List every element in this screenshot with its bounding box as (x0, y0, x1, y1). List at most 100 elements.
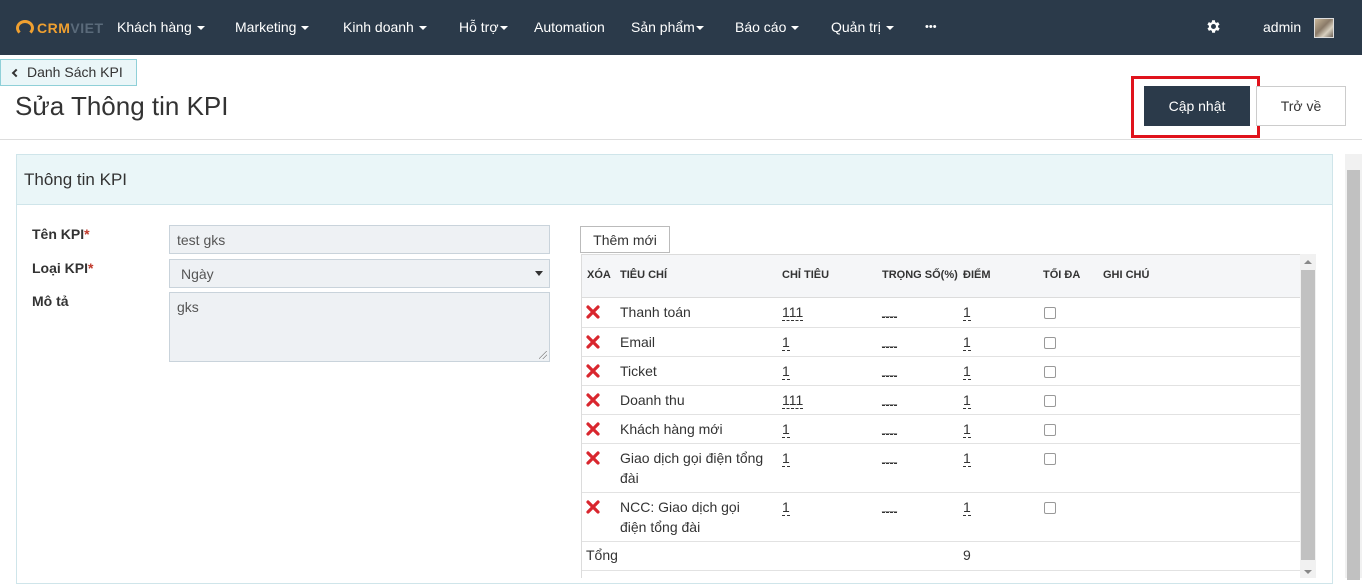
logo-text-viet: VIET (70, 20, 104, 36)
max-checkbox[interactable] (1044, 366, 1056, 378)
nav-ho-tro[interactable]: Hỗ trợ (459, 0, 508, 55)
target-value[interactable]: 1 (782, 450, 790, 467)
avatar[interactable] (1314, 18, 1334, 38)
criteria-name: Khách hàng mới (620, 419, 723, 439)
nav-more[interactable]: ••• (925, 0, 937, 55)
page-title: Sửa Thông tin KPI (15, 91, 229, 121)
nav-automation[interactable]: Automation (534, 0, 605, 55)
score-value[interactable]: 1 (963, 334, 971, 351)
nav-marketing[interactable]: Marketing (235, 0, 310, 55)
delete-icon[interactable] (586, 422, 600, 436)
caret-down-icon (499, 26, 508, 31)
target-value[interactable]: 111 (782, 392, 804, 409)
panel-title: Thông tin KPI (24, 170, 128, 189)
gear-icon[interactable] (1205, 18, 1222, 35)
criteria-name: Thanh toán (620, 302, 691, 322)
criteria-name: Giao dịch gọi điện tổng đài (620, 448, 763, 488)
required-mark: * (88, 260, 94, 276)
delete-icon[interactable] (586, 451, 600, 465)
weight-value[interactable]: ___ (882, 424, 898, 435)
delete-icon[interactable] (586, 364, 600, 378)
criteria-line: Giao dịch gọi điện tổng (620, 450, 764, 466)
criteria-line: đài (620, 470, 639, 486)
criteria-line: điện tổng đài (620, 519, 701, 535)
kpi-name-input[interactable]: test gks (169, 225, 550, 254)
page-scrollbar[interactable] (1345, 154, 1362, 580)
col-score: ĐIỂM (963, 269, 991, 281)
max-checkbox[interactable] (1044, 424, 1056, 436)
weight-value[interactable]: ___ (882, 502, 898, 513)
page-scrollbar-thumb[interactable] (1347, 170, 1360, 580)
kpi-type-select[interactable]: Ngày (169, 259, 550, 288)
weight-value[interactable]: ___ (882, 337, 898, 348)
table-scrollbar[interactable] (1300, 254, 1316, 578)
table-row: Giao dịch gọi điện tổng đài 1 ___ 1 (582, 444, 1300, 493)
nav-label: Automation (534, 19, 605, 35)
resize-grip-icon[interactable] (539, 351, 547, 359)
nav-san-pham[interactable]: Sản phẩm (631, 0, 704, 55)
max-checkbox[interactable] (1044, 395, 1056, 407)
score-value[interactable]: 1 (963, 499, 971, 516)
back-button[interactable]: Trở về (1256, 86, 1346, 126)
more-icon: ••• (925, 21, 937, 33)
total-score: 9 (963, 547, 971, 563)
criteria-line: Email (620, 334, 656, 350)
description-textarea[interactable]: gks (169, 292, 550, 362)
target-value[interactable]: 1 (782, 499, 790, 516)
back-link-label: Danh Sách KPI (27, 64, 123, 80)
description-value: gks (177, 299, 199, 315)
kpi-type-label: Loại KPI* (32, 260, 93, 276)
criteria-table: XÓA TIÊU CHÍ CHỈ TIÊU TRỌNG SỐ(%) ĐIỂM T… (581, 254, 1300, 578)
target-value[interactable]: 111 (782, 304, 804, 321)
max-checkbox[interactable] (1044, 307, 1056, 319)
max-checkbox[interactable] (1044, 337, 1056, 349)
delete-icon[interactable] (586, 500, 600, 514)
crmviet-logo[interactable]: CRMVIET (16, 18, 104, 38)
description-label: Mô tả (32, 293, 69, 309)
score-value[interactable]: 1 (963, 363, 971, 380)
scroll-up-arrow-icon[interactable] (1304, 260, 1312, 264)
delete-icon[interactable] (586, 335, 600, 349)
table-scrollbar-thumb[interactable] (1301, 270, 1315, 560)
back-to-kpi-list-link[interactable]: Danh Sách KPI (0, 59, 137, 86)
caret-down-icon (196, 26, 205, 31)
kpi-name-label: Tên KPI* (32, 226, 90, 242)
weight-value[interactable]: ___ (882, 307, 898, 318)
nav-label: Marketing (235, 19, 297, 35)
scroll-down-arrow-icon[interactable] (1304, 570, 1312, 574)
target-value[interactable]: 1 (782, 334, 790, 351)
max-checkbox[interactable] (1044, 453, 1056, 465)
label-text: Loại KPI (32, 260, 89, 276)
nav-label: Quản trị (831, 19, 881, 35)
weight-value[interactable]: ___ (882, 366, 898, 377)
required-mark: * (84, 226, 90, 242)
criteria-name: Email (620, 332, 655, 352)
target-value[interactable]: 1 (782, 363, 790, 380)
add-criteria-button[interactable]: Thêm mới (580, 226, 670, 253)
header-divider (0, 139, 1362, 140)
weight-value[interactable]: ___ (882, 395, 898, 406)
nav-khach-hang[interactable]: Khách hàng (117, 0, 205, 55)
user-menu[interactable]: admin (1263, 0, 1301, 55)
nav-bao-cao[interactable]: Báo cáo (735, 0, 800, 55)
table-row: Email 1 ___ 1 (582, 328, 1300, 357)
nav-quan-tri[interactable]: Quản trị (831, 0, 894, 55)
delete-icon[interactable] (586, 393, 600, 407)
weight-value[interactable]: ___ (882, 453, 898, 464)
criteria-line: Doanh thu (620, 392, 685, 408)
caret-down-icon (418, 26, 427, 31)
score-value[interactable]: 1 (963, 450, 971, 467)
max-checkbox[interactable] (1044, 502, 1056, 514)
delete-icon[interactable] (586, 305, 600, 319)
score-value[interactable]: 1 (963, 421, 971, 438)
total-label: Tổng (586, 547, 618, 563)
update-button[interactable]: Cập nhật (1144, 86, 1250, 126)
target-value[interactable]: 1 (782, 421, 790, 438)
chevron-left-icon (11, 68, 21, 78)
score-value[interactable]: 1 (963, 304, 971, 321)
criteria-name: Doanh thu (620, 390, 685, 410)
score-value[interactable]: 1 (963, 392, 971, 409)
nav-kinh-doanh[interactable]: Kinh doanh (343, 0, 427, 55)
caret-down-icon (695, 26, 704, 31)
username: admin (1263, 19, 1302, 35)
